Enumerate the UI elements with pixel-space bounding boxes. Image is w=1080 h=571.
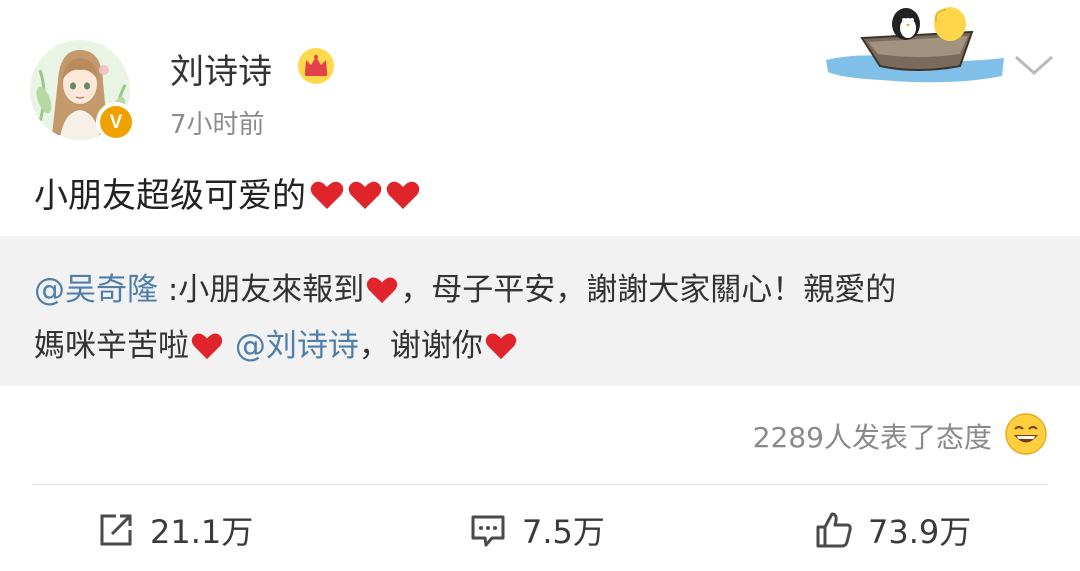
repost-text: 媽咪辛苦啦 bbox=[34, 328, 189, 364]
repost-button[interactable]: 21.1万 bbox=[96, 506, 253, 554]
post-timestamp: 7小时前 bbox=[170, 110, 265, 140]
red-heart-icon bbox=[310, 181, 344, 209]
mention-link[interactable]: @吴奇隆 bbox=[34, 272, 158, 308]
repost-text: ，谢谢你 bbox=[358, 328, 483, 364]
post-text-content: 小朋友超级可爱的 bbox=[34, 176, 306, 216]
reactions-summary[interactable]: 2289人发表了态度 bbox=[753, 416, 992, 456]
boat-illustration bbox=[822, 2, 1007, 90]
repost-count: 21.1万 bbox=[150, 513, 254, 551]
red-heart-icon bbox=[367, 277, 398, 304]
repost-text: ，母子平安，謝謝大家關心！親愛的 bbox=[400, 272, 897, 308]
red-heart-icon bbox=[485, 333, 517, 360]
comment-button[interactable]: 7.5万 bbox=[468, 506, 605, 554]
verified-badge: V bbox=[96, 102, 136, 142]
divider bbox=[32, 484, 1048, 485]
like-count: 73.9万 bbox=[868, 513, 972, 551]
repost-text: :小朋友來報到 bbox=[158, 272, 365, 308]
username[interactable]: 刘诗诗 bbox=[170, 44, 272, 93]
laughing-emoji-icon[interactable] bbox=[1004, 412, 1048, 456]
repost-line-2: 媽咪辛苦啦 @刘诗诗，谢谢你 bbox=[34, 320, 519, 365]
chevron-down-icon[interactable] bbox=[1013, 52, 1055, 78]
crown-icon[interactable] bbox=[296, 46, 336, 86]
post-text: 小朋友超级可爱的 bbox=[34, 168, 420, 217]
like-button[interactable]: 73.9万 bbox=[814, 506, 971, 554]
mention-link[interactable]: @刘诗诗 bbox=[225, 328, 359, 364]
repost-quote[interactable]: @吴奇隆 :小朋友來報到 ，母子平安，謝謝大家關心！親愛的 媽咪辛苦啦 @刘诗诗，… bbox=[0, 236, 1080, 386]
comment-icon bbox=[471, 515, 505, 547]
share-out-icon bbox=[100, 514, 132, 546]
red-heart-icon bbox=[386, 181, 420, 209]
comment-count: 7.5万 bbox=[522, 513, 605, 551]
repost-line-1: @吴奇隆 :小朋友來報到 ，母子平安，謝謝大家關心！親愛的 bbox=[34, 264, 896, 309]
red-heart-icon bbox=[191, 333, 223, 360]
red-heart-icon bbox=[348, 181, 382, 209]
thumbs-up-icon bbox=[816, 512, 852, 548]
